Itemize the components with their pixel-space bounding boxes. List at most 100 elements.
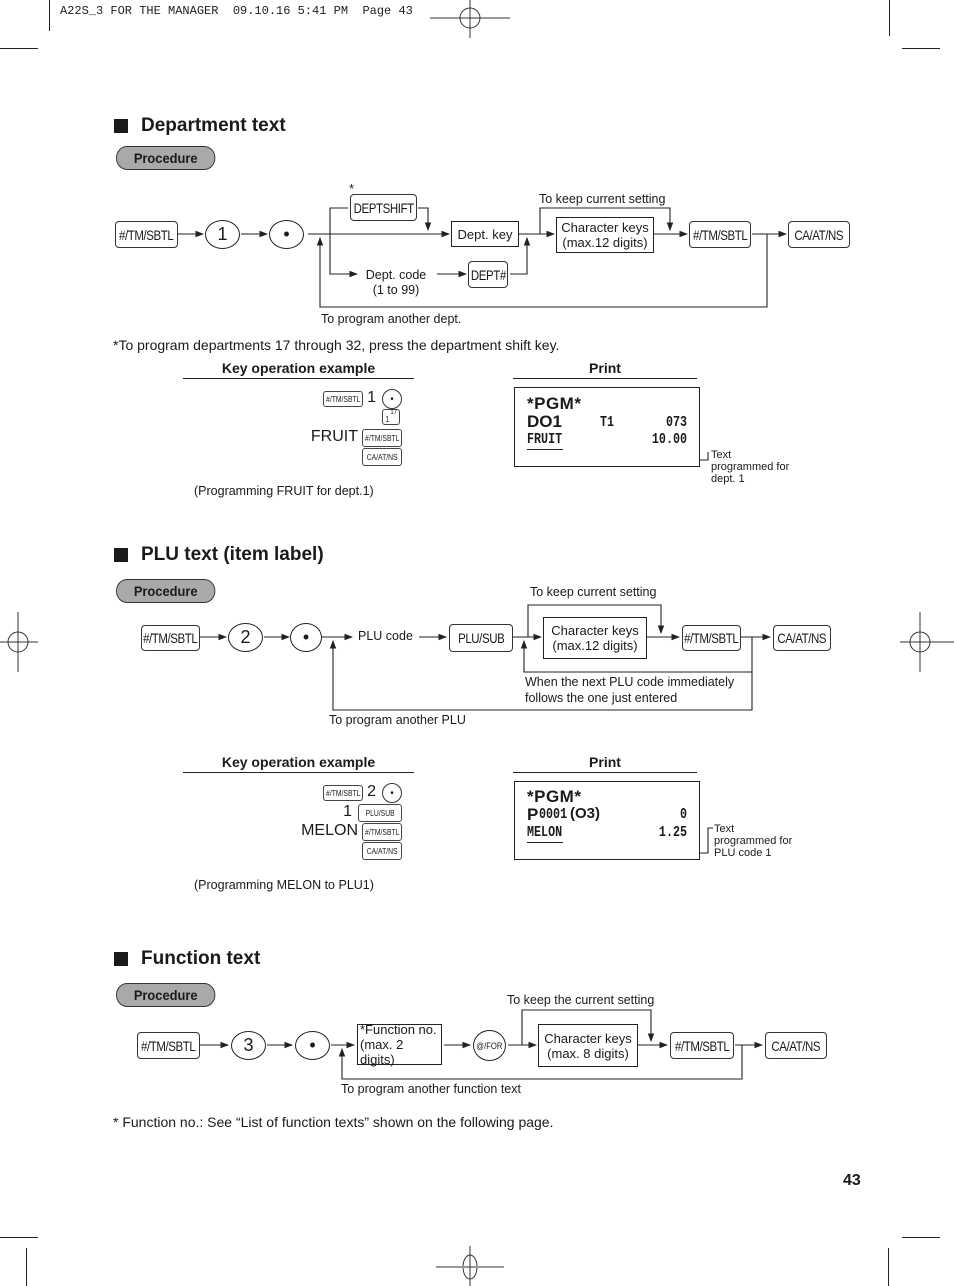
receipt-plu-prefix: P (527, 805, 539, 824)
example-word: MELON (301, 822, 358, 839)
function-number-box: *Function no. (max. 2 digits) (357, 1022, 442, 1067)
receipt-id: 073 (665, 414, 687, 431)
box-line2: (max. 2 digits) (360, 1037, 404, 1067)
decimal-point-key[interactable]: • (290, 623, 322, 652)
example-caption: (Programming MELON to PLU1) (194, 878, 374, 892)
digit-2-key[interactable]: 2 (228, 623, 263, 652)
example-plu-number: 1 (343, 803, 352, 820)
box-line1: Character keys (544, 1030, 632, 1046)
digit-1-key[interactable]: 1 (205, 220, 240, 249)
receipt-plu-status: 0 (679, 806, 687, 823)
key-label: PLU/SUB (365, 808, 395, 818)
receipt-plu-code: 0001 (539, 806, 568, 823)
bullet-square-icon (114, 548, 128, 562)
callout-line: PLU code 1 (714, 847, 772, 859)
key-label: CA/AT/NS (777, 630, 827, 646)
box-line2: (max. 8 digits) (547, 1045, 629, 1061)
function-footnote: * Function no.: See “List of function te… (113, 1114, 554, 1130)
key-label: #/TM/SBTL (325, 788, 361, 798)
example-word: FRUIT (310, 428, 358, 445)
example-digit: 1 (367, 389, 376, 406)
dept-hash-key[interactable]: DEPT# (468, 261, 508, 288)
box-line2: (max.12 digits) (562, 235, 648, 250)
tm-sbtl-key[interactable]: #/TM/SBTL (137, 1032, 200, 1059)
tm-sbtl-key[interactable]: #/TM/SBTL (323, 785, 363, 801)
section-title-plu: PLU text (item label) (114, 544, 324, 566)
decimal-point-key[interactable]: • (269, 220, 304, 249)
ca-at-ns-key[interactable]: CA/AT/NS (765, 1032, 827, 1059)
section-title-function: Function text (114, 948, 260, 970)
receipt-price: 10.00 (651, 431, 687, 448)
plu-sub-key[interactable]: PLU/SUB (358, 804, 402, 822)
decimal-point-key[interactable]: • (382, 389, 402, 409)
receipt-line1: *PGM* (527, 787, 582, 806)
dept-1-key[interactable]: 1 17 (382, 409, 400, 425)
tm-sbtl-key[interactable]: #/TM/SBTL (115, 221, 178, 248)
ca-at-ns-key[interactable]: CA/AT/NS (773, 625, 831, 651)
dept-code-line1: Dept. code (365, 268, 427, 282)
key-label: CA/AT/NS (366, 846, 398, 856)
tm-sbtl-key[interactable]: #/TM/SBTL (670, 1032, 734, 1059)
receipt-print: *PGM* DO1 T1 073 FRUIT 10.00 (514, 387, 700, 467)
key-label: DEPT# (470, 266, 506, 283)
another-function-label: To program another function text (341, 1082, 521, 1096)
tm-sbtl-key[interactable]: #/TM/SBTL (323, 391, 363, 407)
key-label: DEPTSHIFT (353, 199, 414, 216)
callout-line: programmed for (711, 461, 790, 473)
callout-line: programmed for (714, 835, 793, 847)
digit-3-key[interactable]: 3 (231, 1031, 266, 1060)
character-keys-box: Character keys (max. 8 digits) (538, 1024, 638, 1067)
example-digit: 2 (367, 783, 376, 800)
procedure-badge: Procedure (116, 983, 216, 1007)
decimal-point-key[interactable]: • (382, 783, 402, 803)
decimal-point-key[interactable]: • (295, 1031, 330, 1060)
print-heading: Print (513, 754, 697, 773)
ca-at-ns-key[interactable]: CA/AT/NS (788, 221, 850, 248)
box-line1: Character keys (561, 220, 649, 235)
key-label: CA/AT/NS (794, 226, 844, 243)
procedure-badge: Procedure (116, 579, 216, 603)
key-superscript: 17 (390, 410, 397, 416)
receipt-dept-code: DO1 (527, 412, 562, 431)
example-caption: (Programming FRUIT for dept.1) (194, 484, 374, 498)
plu-code-label: PLU code (358, 629, 413, 643)
section-title-text: Function text (141, 948, 261, 969)
key-label: #/TM/SBTL (692, 226, 748, 243)
character-keys-box: Character keys (max.12 digits) (556, 217, 654, 253)
receipt-line1: *PGM* (527, 394, 582, 413)
procedure-badge: Procedure (116, 146, 216, 170)
underline (527, 842, 563, 843)
section-title-department: Department text (114, 115, 286, 137)
box-line1: *Function no. (360, 1022, 437, 1037)
print-heading: Print (513, 360, 697, 379)
tm-sbtl-key[interactable]: #/TM/SBTL (362, 823, 402, 841)
callout-line: Text (714, 823, 735, 835)
tm-sbtl-key[interactable]: #/TM/SBTL (141, 625, 200, 651)
section-title-text: PLU text (item label) (141, 544, 324, 565)
receipt-plu-dept: (O3) (570, 805, 600, 822)
ca-at-ns-key[interactable]: CA/AT/NS (362, 448, 402, 466)
key-label: CA/AT/NS (366, 452, 398, 462)
key-label: PLU/SUB (457, 630, 505, 646)
at-for-key[interactable]: @/FOR (473, 1030, 506, 1061)
plu-sub-key[interactable]: PLU/SUB (449, 624, 513, 652)
receipt-callout: Text programmed for PLU code 1 (714, 823, 792, 859)
label-line: follows the one just entered (525, 691, 678, 705)
another-plu-label: To program another PLU (329, 713, 466, 727)
ca-at-ns-key[interactable]: CA/AT/NS (362, 842, 402, 860)
receipt-text: FRUIT (527, 431, 563, 448)
dept-code-label: Dept. code (1 to 99) (358, 268, 434, 298)
tm-sbtl-key[interactable]: #/TM/SBTL (362, 429, 402, 447)
keep-setting-label: To keep current setting (530, 585, 657, 599)
callout-line: dept. 1 (711, 473, 745, 485)
deptshift-key[interactable]: DEPTSHIFT (350, 194, 417, 221)
receipt-print: *PGM* P 0001 (O3) 0 MELON 1.25 (514, 781, 700, 860)
receipt-text: MELON (527, 824, 563, 841)
tm-sbtl-key[interactable]: #/TM/SBTL (682, 625, 741, 651)
tm-sbtl-key[interactable]: #/TM/SBTL (689, 221, 751, 248)
dept-key-box: Dept. key (451, 221, 519, 247)
key-label: #/TM/SBTL (364, 433, 400, 443)
bullet-square-icon (114, 952, 128, 966)
box-line2: (max.12 digits) (552, 638, 638, 653)
key-label: #/TM/SBTL (674, 1037, 730, 1054)
